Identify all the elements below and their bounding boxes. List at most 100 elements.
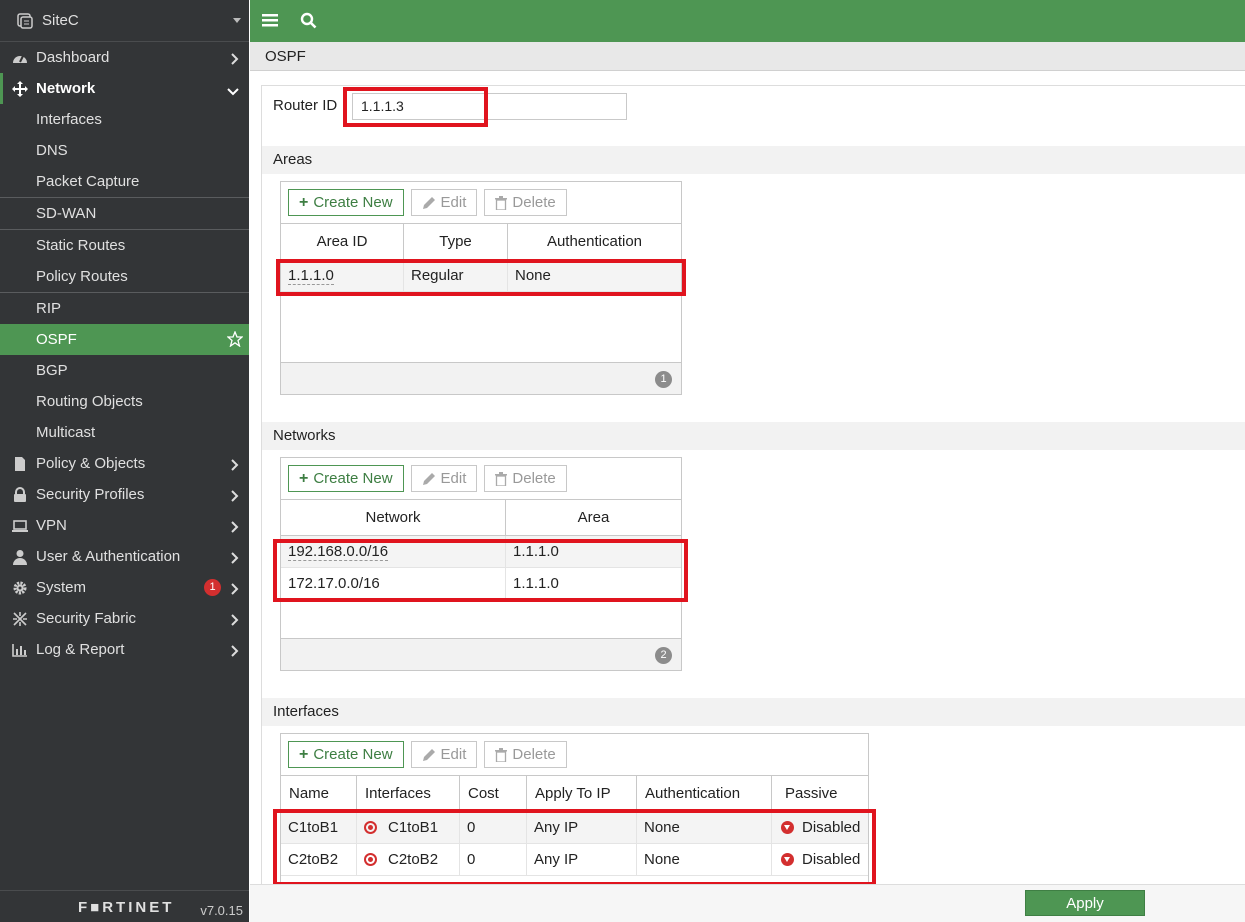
trash-icon bbox=[495, 747, 508, 762]
sidebar-item-security-fabric[interactable]: Security Fabric bbox=[0, 603, 249, 634]
edit-label: Edit bbox=[440, 194, 467, 211]
sidebar-item-policy-objects[interactable]: Policy & Objects bbox=[0, 448, 249, 479]
sidebar-item-static-routes[interactable]: Static Routes bbox=[0, 230, 249, 261]
interface-icon bbox=[364, 821, 377, 834]
sidebar-item-multicast[interactable]: Multicast bbox=[0, 417, 249, 448]
chevron-down-icon bbox=[233, 18, 241, 23]
networks-toolbar: + Create New Edit Delete bbox=[281, 458, 681, 500]
column-header[interactable]: Cost bbox=[460, 776, 527, 811]
apply-button[interactable]: Apply bbox=[1025, 890, 1145, 916]
sidebar-item-label: Policy & Objects bbox=[36, 455, 146, 472]
column-header[interactable]: Authentication bbox=[508, 224, 681, 259]
column-header[interactable]: Interfaces bbox=[357, 776, 460, 811]
sidebar-item-routing-objects[interactable]: Routing Objects bbox=[0, 386, 249, 417]
chevron-right-icon bbox=[231, 551, 239, 568]
sidebar-item-label: Dashboard bbox=[36, 49, 110, 66]
edit-button[interactable]: Edit bbox=[410, 741, 478, 768]
router-id-input[interactable]: 1.1.1.3 bbox=[352, 93, 627, 120]
table-row[interactable]: C1toB1 C1toB1 0 Any IP None Disabled bbox=[281, 812, 868, 844]
chevron-right-icon bbox=[231, 613, 239, 630]
table-cell: 1.1.1.0 bbox=[513, 575, 559, 592]
sidebar-item-packet-capture[interactable]: Packet Capture bbox=[0, 166, 249, 197]
sidebar-item-interfaces[interactable]: Interfaces bbox=[0, 104, 249, 135]
table-cell: 1.1.1.0 bbox=[281, 260, 404, 291]
table-row[interactable]: 192.168.0.0/16 1.1.1.0 bbox=[281, 536, 681, 568]
lock-icon bbox=[11, 486, 29, 504]
laptop-icon bbox=[11, 517, 29, 535]
interfaces-section-title: Interfaces bbox=[262, 698, 1245, 726]
sidebar-item-label: BGP bbox=[36, 362, 68, 379]
column-header[interactable]: Name bbox=[281, 776, 357, 811]
create-new-button[interactable]: + Create New bbox=[288, 189, 404, 216]
create-new-label: Create New bbox=[313, 470, 393, 487]
delete-button[interactable]: Delete bbox=[484, 465, 567, 492]
sidebar-item-label: Security Profiles bbox=[36, 486, 145, 503]
device-name: SiteC bbox=[42, 12, 79, 29]
edit-button[interactable]: Edit bbox=[410, 465, 478, 492]
table-cell: Disabled bbox=[772, 812, 868, 843]
sidebar-item-label: Policy Routes bbox=[36, 268, 128, 285]
table-row[interactable]: 1.1.1.0 Regular None bbox=[281, 260, 681, 292]
table-cell: Any IP bbox=[527, 812, 637, 843]
gear-icon bbox=[11, 579, 29, 597]
hamburger-menu-icon[interactable] bbox=[262, 12, 278, 32]
chevron-right-icon bbox=[231, 458, 239, 475]
table-cell: Disabled bbox=[772, 844, 868, 875]
sidebar-item-dashboard[interactable]: Dashboard bbox=[0, 42, 249, 73]
column-header[interactable]: Type bbox=[404, 224, 508, 259]
table-row[interactable]: 172.17.0.0/16 1.1.1.0 bbox=[281, 568, 681, 600]
star-icon[interactable] bbox=[226, 330, 244, 351]
delete-button[interactable]: Delete bbox=[484, 189, 567, 216]
passive-value: Disabled bbox=[802, 851, 861, 868]
sidebar-item-system[interactable]: System 1 bbox=[0, 572, 249, 603]
column-header[interactable]: Network bbox=[281, 500, 506, 535]
sidebar-item-dns[interactable]: DNS bbox=[0, 135, 249, 166]
edit-label: Edit bbox=[440, 470, 467, 487]
sidebar-item-network[interactable]: Network bbox=[0, 73, 249, 104]
table-cell: 0 bbox=[460, 844, 527, 875]
create-new-button[interactable]: + Create New bbox=[288, 465, 404, 492]
column-header[interactable]: Area ID bbox=[281, 224, 404, 259]
device-selector[interactable]: SiteC bbox=[0, 0, 249, 42]
areas-panel: + Create New Edit Delete Area ID Type Aut… bbox=[280, 181, 682, 395]
chevron-right-icon bbox=[231, 582, 239, 599]
table-cell: C1toB1 bbox=[357, 812, 460, 843]
delete-label: Delete bbox=[512, 470, 556, 487]
table-cell: 172.17.0.0/16 bbox=[281, 568, 506, 599]
networks-section-title: Networks bbox=[262, 422, 1245, 450]
dashboard-icon bbox=[11, 49, 29, 67]
sidebar-item-sd-wan[interactable]: SD-WAN bbox=[0, 198, 249, 229]
table-cell: 1.1.1.0 bbox=[513, 543, 559, 560]
sidebar-item-ospf[interactable]: OSPF bbox=[0, 324, 249, 355]
column-header[interactable]: Passive bbox=[772, 776, 868, 811]
table-row[interactable]: C2toB2 C2toB2 0 Any IP None Disabled bbox=[281, 844, 868, 876]
table-footer: 1 bbox=[281, 362, 681, 394]
pencil-icon bbox=[422, 748, 435, 761]
delete-button[interactable]: Delete bbox=[484, 741, 567, 768]
column-header[interactable]: Apply To IP bbox=[527, 776, 637, 811]
sidebar-item-user-authentication[interactable]: User & Authentication bbox=[0, 541, 249, 572]
search-icon[interactable] bbox=[300, 12, 317, 33]
version-label: v7.0.15 bbox=[200, 903, 243, 918]
areas-toolbar: + Create New Edit Delete bbox=[281, 182, 681, 224]
sidebar-item-label: Log & Report bbox=[36, 641, 125, 658]
edit-button[interactable]: Edit bbox=[410, 189, 478, 216]
network-move-icon bbox=[11, 80, 29, 98]
sidebar-item-label: SD-WAN bbox=[36, 205, 97, 222]
sidebar-item-rip[interactable]: RIP bbox=[0, 293, 249, 324]
sidebar-item-vpn[interactable]: VPN bbox=[0, 510, 249, 541]
sidebar-item-bgp[interactable]: BGP bbox=[0, 355, 249, 386]
table-cell: 0 bbox=[460, 812, 527, 843]
networks-panel: + Create New Edit Delete Network Area 192… bbox=[280, 457, 682, 671]
user-icon bbox=[11, 548, 29, 566]
create-new-button[interactable]: + Create New bbox=[288, 741, 404, 768]
sidebar-item-log-report[interactable]: Log & Report bbox=[0, 634, 249, 665]
create-new-label: Create New bbox=[313, 746, 393, 763]
column-header[interactable]: Area bbox=[506, 500, 681, 535]
sidebar-item-security-profiles[interactable]: Security Profiles bbox=[0, 479, 249, 510]
table-cell: None bbox=[637, 844, 772, 875]
sidebar-item-policy-routes[interactable]: Policy Routes bbox=[0, 261, 249, 292]
pencil-icon bbox=[422, 472, 435, 485]
column-header[interactable]: Authentication bbox=[637, 776, 772, 811]
sidebar-item-label: Interfaces bbox=[36, 111, 102, 128]
